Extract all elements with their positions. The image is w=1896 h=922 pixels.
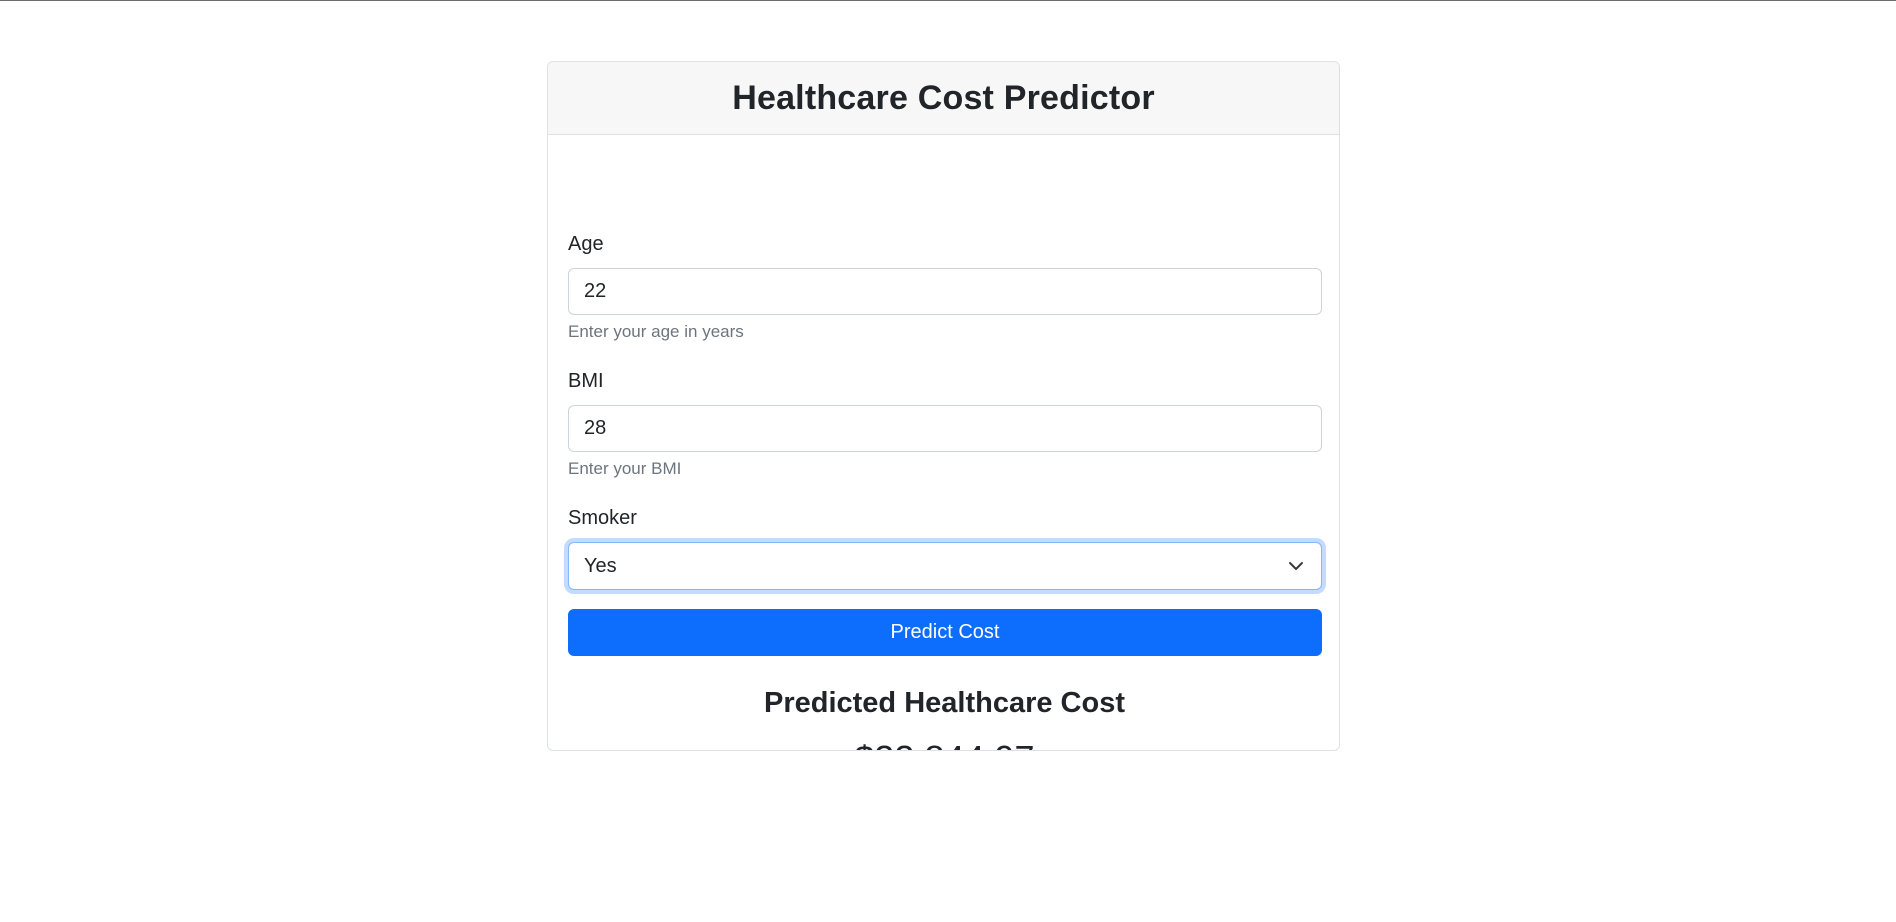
smoker-select[interactable]: Yes (568, 542, 1322, 590)
smoker-selected-value: Yes (584, 554, 617, 577)
window-top-border (0, 0, 1896, 1)
bmi-input[interactable] (568, 405, 1322, 452)
age-help-text: Enter your age in years (568, 322, 744, 341)
page-title: Healthcare Cost Predictor (732, 78, 1155, 117)
predict-cost-button[interactable]: Predict Cost (568, 609, 1322, 656)
predictor-card: Healthcare Cost Predictor Age Enter your… (547, 61, 1340, 751)
bmi-help-text: Enter your BMI (568, 459, 682, 478)
card-header: Healthcare Cost Predictor (548, 62, 1339, 135)
smoker-label: Smoker (568, 507, 637, 529)
predicted-cost-value: $33,844.97 (548, 738, 1339, 750)
chevron-down-icon (1287, 557, 1305, 575)
result-title: Predicted Healthcare Cost (763, 687, 1125, 719)
age-label: Age (568, 233, 604, 255)
age-input[interactable] (568, 268, 1322, 315)
bmi-label: BMI (568, 370, 604, 392)
